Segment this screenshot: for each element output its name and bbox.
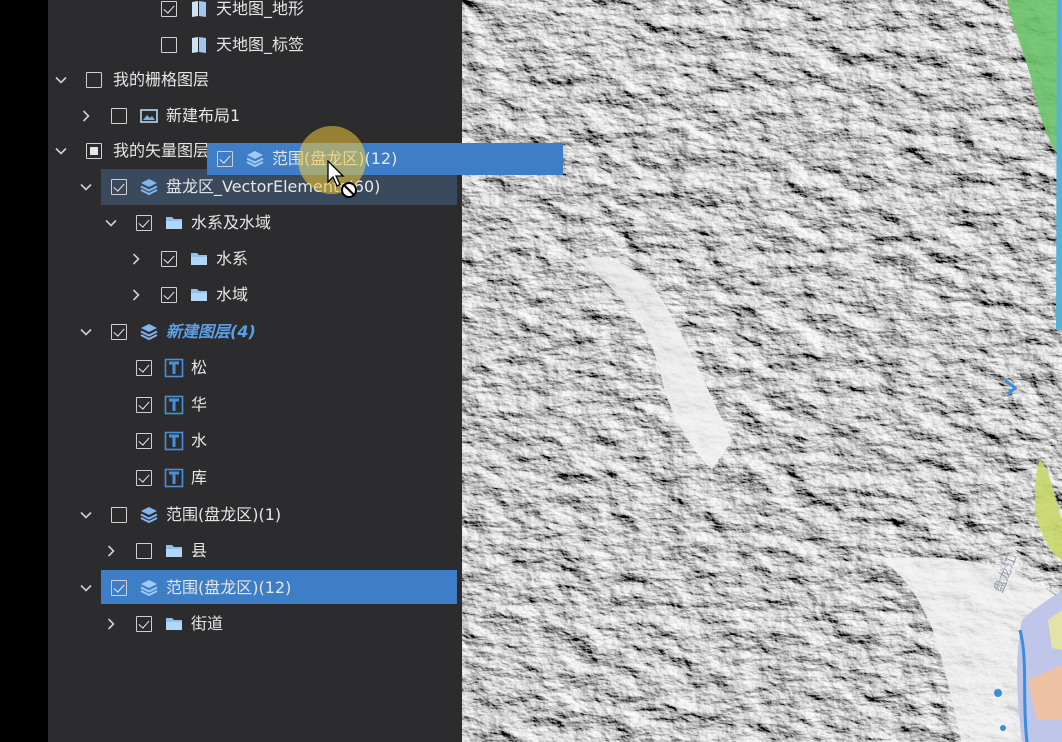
mouse-cursor-no-drop-icon (327, 159, 361, 202)
layer-label: 县 (191, 541, 208, 560)
layers-icon (139, 578, 159, 598)
layer-label: 水域 (216, 285, 249, 304)
layer-label: 天地图_地形 (216, 0, 305, 18)
chevron-down-icon[interactable] (54, 73, 68, 87)
chevron-down-icon[interactable] (104, 216, 118, 230)
water-region-edge (1056, 0, 1062, 330)
layer-label-editing: 新建图层(4) (166, 322, 256, 341)
map-book-icon (189, 35, 209, 55)
tree-row-water-system[interactable]: 水系 (48, 241, 458, 277)
layer-checkbox[interactable] (86, 143, 102, 159)
layer-label: 华 (191, 395, 208, 414)
folder-icon (164, 614, 184, 634)
layer-label: 水 (191, 431, 208, 450)
layer-checkbox[interactable] (136, 215, 152, 231)
layer-checkbox[interactable] (136, 470, 152, 486)
hillshade-map (462, 0, 1062, 742)
chevron-down-icon[interactable] (79, 508, 93, 522)
layer-checkbox[interactable] (111, 179, 127, 195)
folder-icon (189, 285, 209, 305)
layer-checkbox[interactable] (136, 397, 152, 413)
layer-checkbox[interactable] (136, 543, 152, 559)
tree-row-text-hua[interactable]: 华 (48, 387, 458, 423)
chevron-down-icon[interactable] (79, 325, 93, 339)
chevron-down-icon[interactable] (54, 144, 68, 158)
layer-label: 天地图_标签 (216, 35, 305, 54)
tree-row-street[interactable]: 街道 (48, 606, 458, 642)
layer-label: 水系及水域 (191, 213, 272, 232)
tree-row-tdt-dixing[interactable]: 天地图_地形 (48, 0, 458, 27)
tree-row-water-group[interactable]: 水系及水域 (48, 205, 458, 241)
tree-row-new-layer[interactable]: 新建图层(4) (48, 314, 458, 350)
tree-row-raster-group[interactable]: 我的栅格图层 (48, 62, 458, 98)
folder-icon (189, 249, 209, 269)
map-book-icon (189, 0, 209, 19)
layer-checkbox[interactable] (111, 324, 127, 340)
chevron-right-icon[interactable] (129, 288, 143, 302)
chevron-right-icon[interactable] (129, 252, 143, 266)
layer-label: 水系 (216, 249, 249, 268)
layer-label: 范围(盘龙区)(12) (166, 578, 292, 597)
layer-checkbox[interactable] (111, 580, 127, 596)
layer-checkbox[interactable] (161, 37, 177, 53)
layer-checkbox[interactable] (161, 1, 177, 17)
layer-label: 范围(盘龙区)(1) (166, 505, 282, 524)
chevron-right-icon[interactable] (79, 109, 93, 123)
tree-row-new-layout[interactable]: 新建布局1 (48, 98, 458, 134)
text-icon (164, 395, 184, 415)
layer-group-label: 我的矢量图层 (113, 141, 210, 160)
layer-label: 松 (191, 358, 208, 377)
layer-label: 街道 (191, 614, 224, 633)
tree-row-county[interactable]: 县 (48, 533, 458, 569)
text-icon (164, 358, 184, 378)
layer-checkbox (217, 151, 233, 167)
folder-icon (164, 213, 184, 233)
tree-row-range-12-selected[interactable]: 范围(盘龙区)(12) (80, 570, 457, 604)
tree-row-water-area[interactable]: 水域 (48, 277, 458, 313)
layer-label: 库 (191, 468, 208, 487)
water-feature (1000, 725, 1006, 731)
layer-checkbox[interactable] (111, 507, 127, 523)
image-icon (139, 106, 159, 126)
layers-icon (139, 322, 159, 342)
drag-ghost-row: 范围(盘龙区)(12) (207, 143, 563, 175)
layers-icon (139, 505, 159, 525)
layer-tree-panel[interactable]: 天地图_地形 天地图_标签 我的栅格图层 新建布局1 我的矢量图层 盘龙区_Ve… (48, 0, 462, 742)
chevron-down-icon[interactable] (79, 581, 93, 595)
chevron-right-icon[interactable] (104, 617, 118, 631)
outer-margin (0, 0, 48, 742)
layers-icon (245, 149, 265, 169)
tree-row-tdt-biaoqian[interactable]: 天地图_标签 (48, 27, 458, 63)
water-feature (994, 689, 1002, 697)
layer-checkbox[interactable] (161, 251, 177, 267)
tree-row-text-song[interactable]: 松 (48, 350, 458, 386)
layer-checkbox[interactable] (136, 616, 152, 632)
tree-row-text-ku[interactable]: 库 (48, 460, 458, 496)
tree-row-range-1[interactable]: 范围(盘龙区)(1) (48, 497, 458, 533)
layer-group-label: 我的栅格图层 (113, 70, 210, 89)
layer-checkbox[interactable] (86, 72, 102, 88)
text-icon (164, 468, 184, 488)
layer-checkbox[interactable] (161, 287, 177, 303)
text-icon (164, 431, 184, 451)
layer-checkbox[interactable] (136, 433, 152, 449)
layer-checkbox[interactable] (111, 108, 127, 124)
chevron-right-icon[interactable] (104, 544, 118, 558)
layer-label: 新建布局1 (166, 106, 241, 125)
tree-row-text-shui[interactable]: 水 (48, 423, 458, 459)
folder-icon (164, 541, 184, 561)
chevron-down-icon[interactable] (79, 180, 93, 194)
map-view[interactable] (462, 0, 1062, 742)
layer-checkbox[interactable] (136, 360, 152, 376)
layers-icon (139, 177, 159, 197)
